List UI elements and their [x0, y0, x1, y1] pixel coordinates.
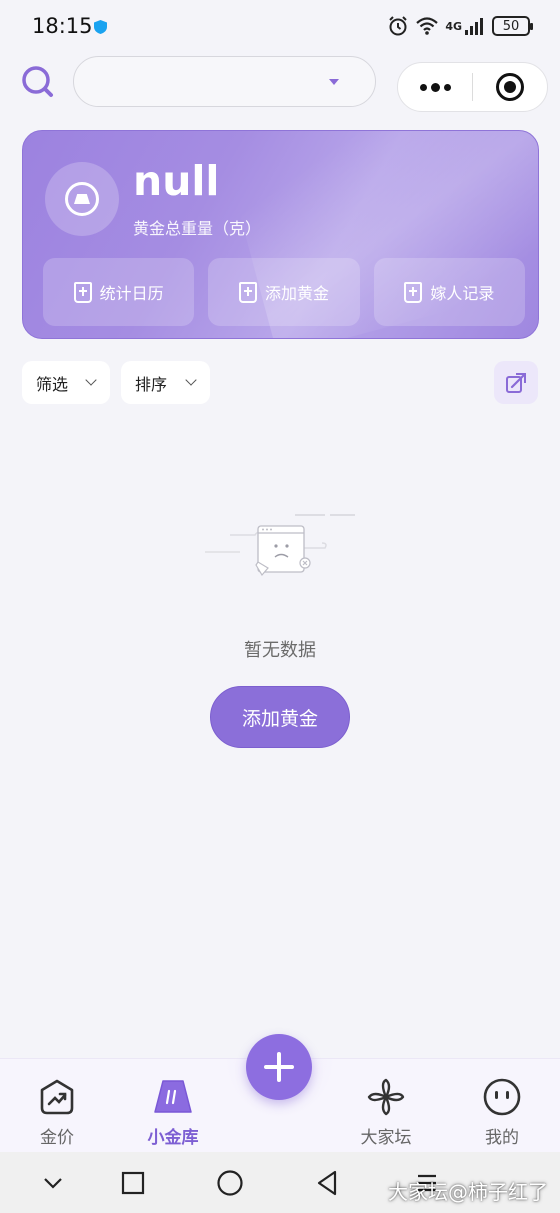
nav-mine-label: 我的 — [485, 1128, 519, 1148]
network-type: 4G — [445, 19, 462, 33]
total-weight-value: null — [133, 157, 220, 205]
plus-icon — [264, 1052, 294, 1082]
miniprogram-capsule — [397, 62, 548, 112]
marriage-record-button[interactable]: 嫁人记录 — [373, 258, 525, 326]
calendar-plus-icon — [73, 281, 92, 303]
battery-indicator: 50 — [492, 16, 533, 36]
recent-apps-icon[interactable] — [118, 1168, 148, 1198]
nav-item-gold-price[interactable]: 金价 — [12, 1077, 102, 1148]
add-gold-label: 添加黄金 — [264, 284, 329, 303]
more-icon[interactable] — [398, 82, 472, 92]
back-icon[interactable] — [313, 1168, 343, 1198]
chevron-down-icon — [85, 374, 97, 386]
stats-calendar-label: 统计日历 — [99, 284, 164, 303]
status-icons: 4G 50 — [387, 15, 533, 37]
status-time: 18:15 — [32, 14, 93, 38]
empty-message: 暂无数据 — [244, 640, 316, 661]
nav-item-forum[interactable]: 大家坛 — [341, 1077, 431, 1148]
nav-vault-label: 小金库 — [147, 1128, 199, 1148]
add-doc-icon — [238, 281, 257, 303]
status-bar: 18:15 4G 50 — [0, 0, 560, 54]
nav-forum-label: 大家坛 — [360, 1128, 412, 1148]
signal-icon — [465, 18, 483, 35]
add-gold-empty-button[interactable]: 添加黄金 — [210, 686, 350, 748]
pinwheel-icon — [366, 1077, 406, 1117]
shield-icon — [94, 20, 107, 34]
chevron-down-icon[interactable] — [38, 1168, 68, 1198]
chevron-down-icon — [185, 374, 197, 386]
trend-icon — [37, 1077, 77, 1117]
add-fab-button[interactable] — [246, 1034, 312, 1100]
watermark: 大家坛@柿子红了 — [388, 1180, 548, 1204]
gold-summary-card: null 黄金总重量（克） 统计日历 添加黄金 嫁人记录 — [22, 130, 539, 339]
gold-bar-icon — [153, 1077, 193, 1117]
record-icon — [404, 281, 423, 303]
sort-dropdown[interactable]: 排序 — [121, 361, 210, 404]
wifi-icon — [416, 17, 439, 35]
filter-dropdown[interactable]: 筛选 — [22, 361, 110, 404]
nav-item-vault[interactable]: 小金库 — [128, 1077, 218, 1148]
face-icon — [482, 1077, 522, 1117]
marriage-record-label: 嫁人记录 — [430, 284, 495, 303]
edit-icon — [506, 372, 526, 393]
summary-actions: 统计日历 添加黄金 嫁人记录 — [43, 258, 525, 326]
batch-edit-button[interactable] — [494, 361, 538, 404]
nav-item-mine[interactable]: 我的 — [457, 1077, 547, 1148]
alarm-icon — [389, 16, 408, 36]
header — [0, 54, 560, 114]
target-icon[interactable] — [473, 73, 547, 101]
total-weight-label: 黄金总重量（克） — [133, 219, 262, 238]
empty-box-icon — [205, 514, 355, 577]
vault-select[interactable] — [73, 56, 376, 107]
sort-label: 排序 — [135, 374, 168, 394]
stats-calendar-button[interactable]: 统计日历 — [43, 258, 195, 326]
caret-down-icon — [329, 79, 339, 85]
search-icon[interactable] — [20, 64, 54, 98]
nav-gold-price-label: 金价 — [40, 1128, 74, 1148]
home-icon[interactable] — [215, 1168, 245, 1198]
add-gold-button[interactable]: 添加黄金 — [208, 258, 360, 326]
filter-label: 筛选 — [36, 374, 69, 394]
gold-bar-badge-icon — [45, 162, 119, 236]
